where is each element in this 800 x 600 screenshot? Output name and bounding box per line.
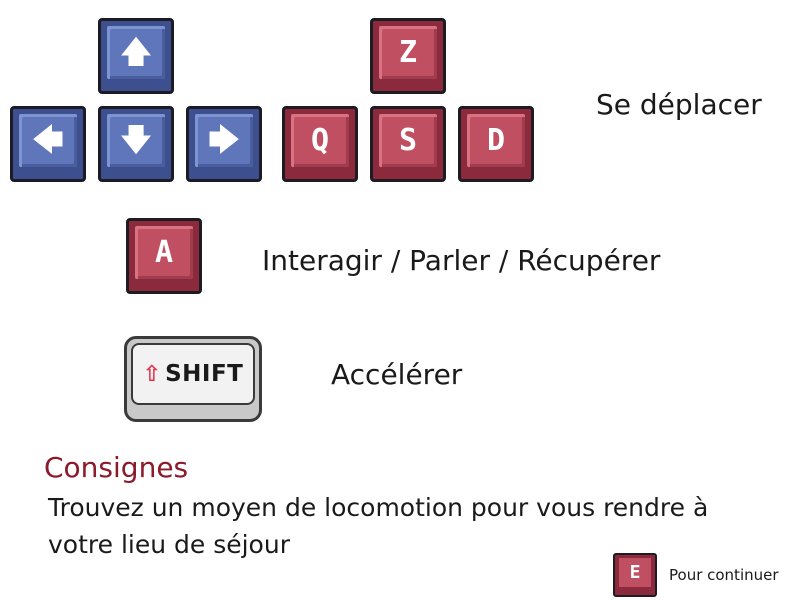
arrow-down-icon: 🡇 <box>120 122 152 158</box>
arrow-up-key: 🡅 <box>98 18 174 94</box>
arrow-right-icon: 🡆 <box>208 122 240 158</box>
d-key-label: D <box>486 122 506 158</box>
a-key-label: A <box>154 234 174 270</box>
instructions-line2: votre lieu de séjour <box>48 530 290 559</box>
sprint-label: Accélérer <box>331 358 463 391</box>
d-key: D <box>458 106 534 182</box>
shift-key: ⇧ SHIFT <box>124 336 262 422</box>
s-key: S <box>370 106 446 182</box>
arrow-down-key: 🡇 <box>98 106 174 182</box>
e-key-label: E <box>629 562 641 583</box>
continue-label: Pour continuer <box>669 566 779 584</box>
q-key-label: Q <box>310 122 330 158</box>
s-key-label: S <box>398 122 418 158</box>
interact-label: Interagir / Parler / Récupérer <box>262 244 661 277</box>
instructions-line1: Trouvez un moyen de locomotion pour vous… <box>48 493 709 522</box>
a-key: A <box>126 218 202 294</box>
q-key: Q <box>282 106 358 182</box>
shift-arrow-icon: ⇧ <box>142 361 162 387</box>
arrow-left-icon: 🡄 <box>32 122 64 158</box>
shift-key-label: SHIFT <box>165 361 244 387</box>
arrow-right-key: 🡆 <box>186 106 262 182</box>
continue-key[interactable]: E <box>613 553 657 597</box>
instructions-title: Consignes <box>44 451 189 484</box>
arrow-left-key: 🡄 <box>10 106 86 182</box>
move-label: Se déplacer <box>596 88 762 121</box>
z-key: Z <box>370 18 446 94</box>
arrow-up-icon: 🡅 <box>120 34 152 70</box>
z-key-label: Z <box>398 34 418 70</box>
